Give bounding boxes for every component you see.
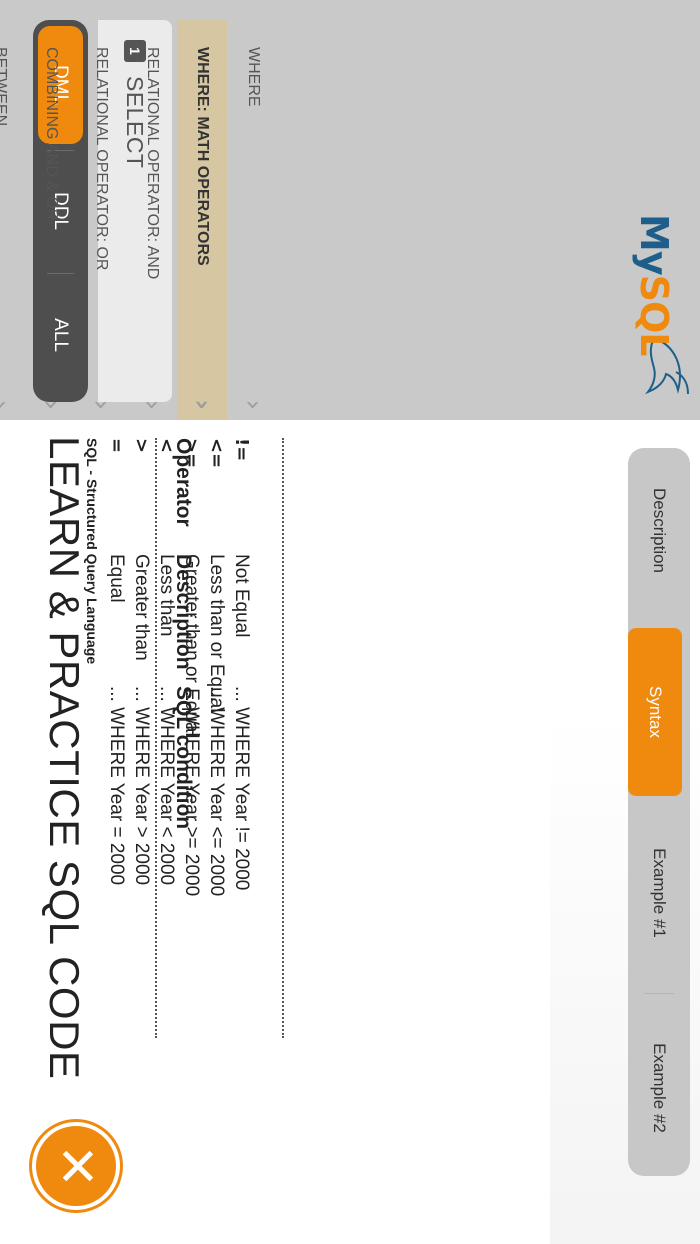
operator-row-desc: Greater than [131, 554, 152, 661]
operator-row: < Less than ... WHERE Year < 2000 [152, 438, 177, 1038]
menu-item-label: COMBINING AND & OR [42, 47, 60, 221]
operator-row-cond: ... WHERE Year <= 2000 [206, 686, 227, 897]
menu-item[interactable]: RELATIONAL OPERATOR: AND › [127, 0, 178, 420]
tab-example-2[interactable]: Example #2 [628, 1003, 690, 1173]
main-content: LEARN & PRACTICE SQL CODE SQL - Structur… [0, 420, 700, 1244]
chevron-icon: › [187, 399, 218, 410]
operator-row: > Greater than ... WHERE Year > 2000 [127, 438, 152, 1038]
close-button[interactable]: ✕ [32, 1122, 120, 1210]
operator-row: = Equal ... WHERE Year = 2000 [102, 438, 127, 1038]
tab-description[interactable]: Description [628, 448, 690, 613]
close-icon: ✕ [46, 1144, 106, 1188]
page-subtitle: SQL - Structured Query Language [84, 438, 100, 665]
operator-row-op: > [131, 438, 152, 454]
operator-row-op: <= [206, 438, 227, 469]
mysql-wordmark: MySQL [632, 214, 676, 356]
operator-row-op: >= [181, 438, 202, 469]
menu-item[interactable]: WHERE: MATH OPERATORS › [177, 20, 228, 420]
tab-syntax[interactable]: Syntax [628, 628, 682, 796]
menu-item-label: WHERE: MATH OPERATORS [194, 47, 212, 266]
lesson-menu: WHERE › WHERE: MATH OPERATORS › RELATIONAL O… [0, 0, 278, 420]
operator-row-cond: ... WHERE Year > 2000 [131, 686, 152, 886]
operator-row-desc: Less than [156, 554, 177, 637]
operator-row-op: != [231, 438, 252, 462]
mysql-logo: MySQL [620, 214, 700, 424]
menu-item[interactable]: BETWEEN › [0, 0, 26, 420]
chevron-icon: › [86, 399, 117, 410]
tab-divider [644, 993, 674, 994]
menu-item-label: RELATIONAL OPERATOR: AND [143, 47, 161, 280]
operator-row-desc: Equal [106, 554, 127, 603]
chevron-icon: › [136, 399, 167, 410]
operator-row: >= Greater than or Equal... WHERE Year >=… [177, 438, 202, 1038]
menu-item[interactable]: WHERE › [228, 0, 279, 420]
menu-item-label: BETWEEN [0, 47, 10, 127]
menu-item[interactable]: COMBINING AND & OR › [26, 0, 77, 420]
tab-example-1[interactable]: Example #1 [628, 808, 690, 978]
operator-row: != Not Equal ... WHERE Year != 2000 [227, 438, 252, 1038]
operator-row-desc: Not Equal [231, 554, 252, 638]
chevron-icon: › [0, 400, 15, 410]
sidebar: DML DDL ALL 1 SELECT WHERE › WHERE: MATH O… [0, 0, 700, 420]
menu-item[interactable]: RELATIONAL OPERATOR: OR › [76, 0, 127, 420]
operator-row-op: < [156, 438, 177, 454]
operator-row: <= Less than or Equal... WHERE Year <= 20… [202, 438, 227, 1038]
page-title: LEARN & PRACTICE SQL CODE [41, 436, 88, 1080]
operator-row-cond: ... WHERE Year < 2000 [156, 686, 177, 886]
bottom-tab-bar: Description Syntax Example #1 Example #2 [628, 448, 690, 1176]
chevron-icon: › [35, 399, 66, 410]
menu-item-label: WHERE [244, 47, 262, 107]
operator-row-op: = [106, 438, 127, 454]
rotated-screen: DML DDL ALL 1 SELECT WHERE › WHERE: MATH O… [0, 0, 700, 1244]
operator-row-cond: ... WHERE Year != 2000 [231, 686, 252, 891]
operator-row-cond: ... WHERE Year >= 2000 [181, 686, 202, 897]
operator-row-cond: ... WHERE Year = 2000 [106, 686, 127, 886]
menu-item-label: RELATIONAL OPERATOR: OR [93, 47, 111, 271]
dotted-divider [282, 438, 284, 1038]
chevron-icon: › [237, 399, 268, 410]
